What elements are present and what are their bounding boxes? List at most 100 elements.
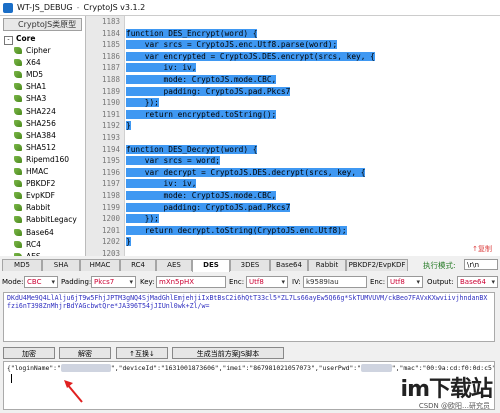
line-number: 1189 <box>101 86 120 96</box>
decrypt-button[interactable]: 解密 <box>59 347 111 359</box>
tree-item-label: AES <box>26 252 41 256</box>
code-area[interactable]: function DES_Encrypt(word) { var srcs = … <box>126 16 500 256</box>
leaf-icon <box>14 180 22 188</box>
code-line[interactable]: }); <box>126 97 500 109</box>
code-line[interactable]: mode: CryptoJS.mode.CBC, <box>126 190 500 202</box>
code-line[interactable]: return encrypted.toString(); <box>126 109 500 121</box>
tab-des[interactable]: DES <box>192 259 230 272</box>
tree-item[interactable]: EvpKDF <box>0 190 85 202</box>
window-title: WT-JS_DEBUG <box>17 3 73 12</box>
code-line[interactable]: var decrypt = CryptoJS.DES.decrypt(srcs,… <box>126 167 500 179</box>
tree-item[interactable]: RC4 <box>0 239 85 251</box>
tree-item-label: EvpKDF <box>26 191 55 201</box>
code-line[interactable]: var srcs = word; <box>126 155 500 167</box>
masked-login-name: xxxxxxxxxxxxx <box>60 364 111 372</box>
tree-item[interactable]: Base64 <box>0 227 85 239</box>
leaf-icon <box>14 155 22 163</box>
ciphertext-output[interactable]: DKdU4Me9Q4LlAlju6jT9w5FhjJPTM3gNQ4SjMadG… <box>3 292 495 342</box>
padding-label: Padding: <box>61 278 92 286</box>
leaf-icon <box>14 204 22 212</box>
tab-rc4[interactable]: RC4 <box>120 259 156 271</box>
tree-item-label: SHA512 <box>26 142 56 152</box>
leaf-icon <box>14 59 22 67</box>
copy-hint[interactable]: ↑复制 <box>472 244 492 254</box>
code-text: var decrypt = CryptoJS.DES.decrypt(srcs,… <box>126 167 366 177</box>
tree-item[interactable]: HMAC <box>0 166 85 178</box>
watermark-logo: im下载站 <box>400 377 493 402</box>
code-line[interactable]: iv: iv, <box>126 62 500 74</box>
line-number: 1190 <box>101 98 120 108</box>
app-icon <box>3 2 13 13</box>
code-line[interactable]: padding: CryptoJS.pad.Pkcs7 <box>126 202 500 214</box>
tree-item[interactable]: AES <box>0 251 85 256</box>
tree-item[interactable]: SHA3 <box>0 93 85 105</box>
swap-button[interactable]: ↑互换↓ <box>116 347 168 359</box>
tree-item[interactable]: Ripemd160 <box>0 154 85 166</box>
tree-item[interactable]: Rabbit <box>0 202 85 214</box>
mode-select[interactable]: CBC <box>24 276 58 288</box>
tab-md5[interactable]: MD5 <box>2 259 42 271</box>
tab-rabbit[interactable]: Rabbit <box>308 259 346 271</box>
code-line[interactable]: } <box>126 236 500 248</box>
leaf-icon <box>14 47 22 55</box>
tree-item[interactable]: RabbitLegacy <box>0 214 85 226</box>
code-line[interactable]: padding: CryptoJS.pad.Pkcs7 <box>126 86 500 98</box>
text-caret <box>11 374 12 383</box>
iv-encoding-select[interactable]: Utf8 <box>387 276 423 288</box>
encrypt-button[interactable]: 加密 <box>3 347 55 359</box>
tab-pbkdf2-evpkdf[interactable]: PBKDF2/EvpKDF <box>346 259 408 271</box>
output-select[interactable]: Base64 <box>457 276 498 288</box>
tab-hmac[interactable]: HMAC <box>80 259 120 271</box>
tree-item[interactable]: SHA224 <box>0 106 85 118</box>
code-line[interactable]: } <box>126 120 500 132</box>
code-text: var srcs = word; <box>126 156 220 166</box>
code-line[interactable]: mode: CryptoJS.mode.CBC, <box>126 74 500 86</box>
watermark: im下载站 CSDN @欧阳…研究员 <box>336 371 496 411</box>
code-editor[interactable]: 1183 1184 1185 1186 1187 1188 1189 1190 1191 1192… <box>86 16 500 256</box>
tree-item[interactable]: SHA384 <box>0 130 85 142</box>
tab-base64[interactable]: Base64 <box>270 259 308 271</box>
tree-group[interactable]: - Core <box>0 33 85 45</box>
tree-item[interactable]: PBKDF2 <box>0 178 85 190</box>
line-number: 1187 <box>101 63 120 73</box>
code-line[interactable]: }); <box>126 213 500 225</box>
code-line[interactable] <box>126 16 500 28</box>
padding-select[interactable]: Pkcs7 <box>91 276 136 288</box>
action-buttons: 加密 解密 ↑互换↓ 生成当前方案JS脚本 <box>0 347 500 360</box>
line-number: 1199 <box>101 202 120 212</box>
code-text: padding: CryptoJS.pad.Pkcs7 <box>126 202 291 212</box>
tree-item[interactable]: SHA256 <box>0 118 85 130</box>
key-label: Key: <box>140 278 155 286</box>
leaf-icon <box>14 119 22 127</box>
generate-script-button[interactable]: 生成当前方案JS脚本 <box>172 347 284 359</box>
tree-item[interactable]: Cipher <box>0 45 85 57</box>
key-encoding-select[interactable]: Utf8 <box>246 276 288 288</box>
exec-mode-select[interactable]: \r\n <box>464 259 498 270</box>
leaf-icon <box>14 252 22 256</box>
key-input[interactable]: mXn5pHX <box>156 276 226 288</box>
tree-item[interactable]: MD5 <box>0 69 85 81</box>
tree-item[interactable]: SHA512 <box>0 142 85 154</box>
code-line[interactable]: function DES_Encrypt(word) { <box>126 28 500 40</box>
iv-input[interactable]: k9589Iau <box>303 276 367 288</box>
line-number: 1202 <box>101 237 120 247</box>
code-text: return decrypt.toString(CryptoJS.enc.Utf… <box>126 225 347 235</box>
enc1-label: Enc: <box>229 278 245 286</box>
code-line[interactable] <box>126 248 500 256</box>
line-number: 1193 <box>101 132 120 142</box>
leaf-icon <box>14 240 22 248</box>
tree-item[interactable]: X64 <box>0 57 85 69</box>
tab-3des[interactable]: 3DES <box>230 259 270 271</box>
collapse-toggle-icon[interactable]: - <box>4 36 13 45</box>
code-line[interactable]: var srcs = CryptoJS.enc.Utf8.parse(word)… <box>126 39 500 51</box>
tab-sha[interactable]: SHA <box>42 259 80 271</box>
code-line[interactable] <box>126 132 500 144</box>
code-line[interactable]: iv: iv, <box>126 178 500 190</box>
tab-aes[interactable]: AES <box>156 259 192 271</box>
tree-item[interactable]: SHA1 <box>0 81 85 93</box>
code-line[interactable]: function DES_Decrypt(word) { <box>126 144 500 156</box>
code-line[interactable]: var encrypted = CryptoJS.DES.encrypt(src… <box>126 51 500 63</box>
code-text: var encrypted = CryptoJS.DES.encrypt(src… <box>126 51 375 61</box>
leaf-icon <box>14 83 22 91</box>
code-line[interactable]: return decrypt.toString(CryptoJS.enc.Utf… <box>126 225 500 237</box>
